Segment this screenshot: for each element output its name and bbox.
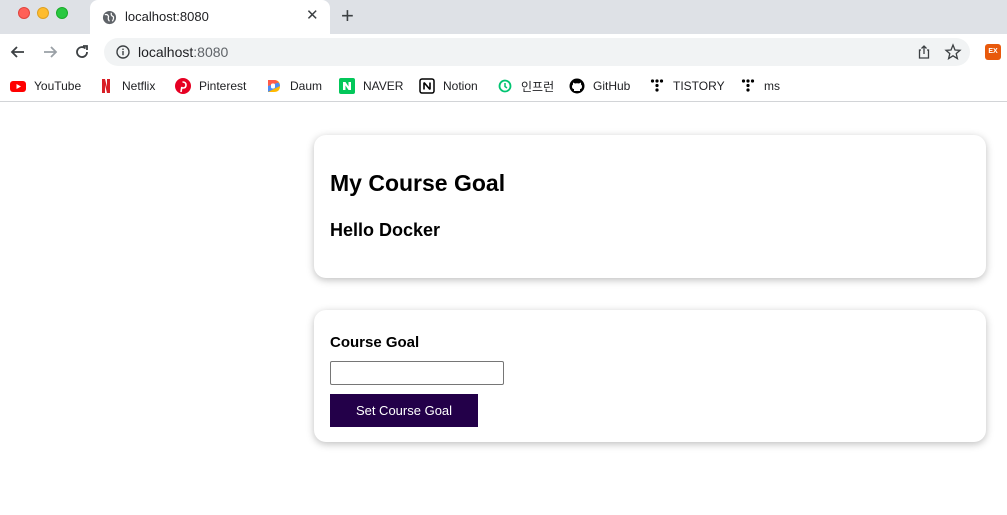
close-window-button[interactable] — [18, 7, 30, 19]
url-text: localhost:8080 — [138, 44, 229, 60]
tab-strip: localhost:8080 ✕ + — [0, 0, 1007, 34]
browser-toolbar: localhost:8080 — [0, 34, 1007, 70]
youtube-icon — [10, 78, 26, 94]
notion-icon — [419, 78, 435, 94]
bookmark-netflix[interactable]: Netflix — [98, 76, 155, 96]
globe-icon — [102, 10, 117, 25]
bookmark-daum[interactable]: Daum — [266, 76, 322, 96]
set-course-goal-button[interactable]: Set Course Goal — [330, 394, 478, 427]
extension-icon[interactable]: EX — [985, 44, 1001, 60]
bookmark-ms[interactable]: ms — [740, 76, 780, 96]
course-goal-input[interactable] — [330, 361, 504, 385]
bookmark-tistory[interactable]: TISTORY — [649, 76, 725, 96]
bookmark-star-icon[interactable] — [944, 43, 962, 61]
active-tab[interactable]: localhost:8080 ✕ — [90, 0, 330, 34]
bookmark-github[interactable]: GitHub — [569, 76, 630, 96]
close-tab-icon[interactable]: ✕ — [306, 8, 319, 24]
tistory-icon — [649, 78, 665, 94]
forward-icon[interactable] — [40, 42, 60, 62]
minimize-window-button[interactable] — [37, 7, 49, 19]
daum-icon — [266, 78, 282, 94]
current-goal-text: Hello Docker — [330, 220, 441, 240]
address-bar[interactable]: localhost:8080 — [104, 38, 970, 66]
tistory-icon — [740, 78, 756, 94]
course-goal-label: Course Goal — [330, 334, 420, 351]
bookmark-inflearn[interactable]: 인프런 — [497, 76, 554, 96]
github-icon — [569, 78, 585, 94]
bookmark-notion[interactable]: Notion — [419, 76, 478, 96]
inflearn-icon — [497, 78, 513, 94]
naver-icon — [339, 78, 355, 94]
back-icon[interactable] — [8, 42, 28, 62]
new-tab-button[interactable]: + — [341, 5, 354, 27]
reload-icon[interactable] — [72, 42, 92, 62]
bookmark-youtube[interactable]: YouTube — [10, 76, 81, 96]
share-icon[interactable] — [916, 44, 932, 60]
bookmark-pinterest[interactable]: Pinterest — [175, 76, 246, 96]
tab-title: localhost:8080 — [125, 9, 209, 24]
maximize-window-button[interactable] — [56, 7, 68, 19]
goal-form-card: Course Goal Set Course Goal — [314, 310, 986, 442]
goal-card-title: My Course Goal — [330, 170, 506, 196]
pinterest-icon — [175, 78, 191, 94]
goal-card: My Course Goal Hello Docker — [314, 135, 986, 278]
bookmark-naver[interactable]: NAVER — [339, 76, 403, 96]
netflix-icon — [98, 78, 114, 94]
info-icon[interactable] — [116, 45, 130, 59]
bookmarks-bar: YouTube Netflix Pinterest Daum NAVER Not… — [0, 70, 1007, 102]
